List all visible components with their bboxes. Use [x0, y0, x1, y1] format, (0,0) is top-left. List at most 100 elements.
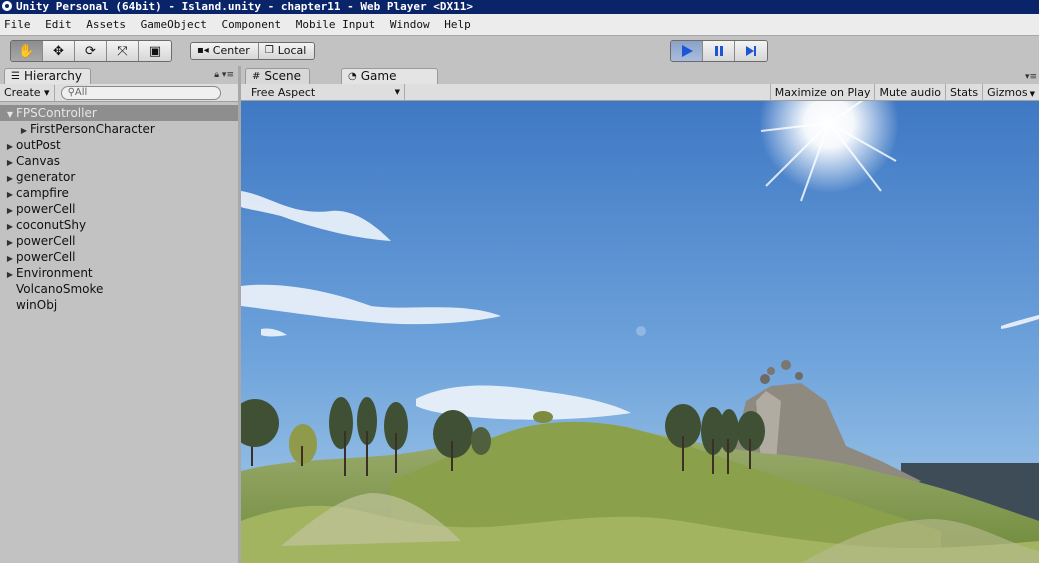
hand-tool-button[interactable]: ✋: [11, 41, 43, 61]
hierarchy-item-label: outPost: [16, 138, 61, 152]
game-options: Maximize on Play Mute audio Stats Gizmos…: [769, 84, 1039, 101]
hierarchy-item-label: powerCell: [16, 202, 76, 216]
play-button[interactable]: [671, 41, 703, 61]
hierarchy-item[interactable]: ▶ Environment: [0, 265, 238, 281]
menu-window[interactable]: Window: [390, 14, 430, 36]
tab-hierarchy[interactable]: ☰ Hierarchy: [4, 68, 91, 84]
hierarchy-item[interactable]: ▶ outPost: [0, 137, 238, 153]
menu-gameobject[interactable]: GameObject: [141, 14, 207, 36]
menu-component[interactable]: Component: [221, 14, 281, 36]
create-button[interactable]: Create ▾: [4, 84, 55, 101]
hierarchy-toolbar: Create ▾ ⚲All: [0, 84, 238, 102]
maximize-label: Maximize on Play: [774, 86, 871, 99]
pivot-local-button[interactable]: ❒ Local: [258, 43, 315, 59]
rotate-tool-icon: ⟳: [85, 43, 96, 59]
pacman-icon: ◔: [348, 71, 357, 82]
hierarchy-item-label: generator: [16, 170, 76, 184]
list-icon: ☰: [11, 71, 20, 82]
menu-file[interactable]: File: [4, 14, 31, 36]
transform-tools: ✋ ✥ ⟳ ⤧ ▣: [10, 40, 172, 62]
hierarchy-item[interactable]: ▶ coconutShy: [0, 217, 238, 233]
hierarchy-search-input[interactable]: ⚲All: [60, 85, 221, 100]
hierarchy-item-label: winObj: [16, 298, 58, 312]
lock-menu-icon[interactable]: 🔒︎ ▾≡: [214, 70, 234, 80]
rect-tool-button[interactable]: ▣: [139, 41, 171, 61]
mute-label: Mute audio: [879, 86, 941, 99]
hierarchy-item-label: FirstPersonCharacter: [30, 122, 155, 136]
hierarchy-item-label: campfire: [16, 186, 69, 200]
rotate-tool-button[interactable]: ⟳: [75, 41, 107, 61]
window-title: Unity Personal (64bit) - Island.unity - …: [16, 0, 473, 13]
tab-game[interactable]: ◔ Game: [341, 68, 438, 84]
menu-assets[interactable]: Assets: [86, 14, 126, 36]
scale-tool-button[interactable]: ⤧: [107, 41, 139, 61]
hierarchy-tab-label: Hierarchy: [23, 69, 82, 83]
step-button[interactable]: [735, 41, 767, 61]
search-icon: ⚲: [67, 86, 75, 98]
maximize-on-play-toggle[interactable]: Maximize on Play: [769, 84, 875, 101]
pause-button[interactable]: [703, 41, 735, 61]
hierarchy-item[interactable]: ▶ powerCell: [0, 201, 238, 217]
rect-tool-icon: ▣: [148, 43, 162, 59]
hierarchy-item[interactable]: ▶ powerCell: [0, 233, 238, 249]
chevron-down-icon: ▼: [394, 88, 400, 96]
gizmos-label: Gizmos: [987, 86, 1028, 99]
game-tab-label: Game: [360, 69, 397, 83]
scene-tab-label: Scene: [264, 69, 301, 83]
menu-edit[interactable]: Edit: [45, 14, 72, 36]
hierarchy-item-label: Environment: [16, 266, 93, 280]
hierarchy-item[interactable]: ▶ Canvas: [0, 153, 238, 169]
pivot-icon: ▪◂: [197, 45, 209, 56]
stats-toggle[interactable]: Stats: [944, 84, 982, 101]
hierarchy-item[interactable]: ▶ generator: [0, 169, 238, 185]
hierarchy-item[interactable]: ▼ FPSController: [0, 105, 238, 121]
game-toolbar: Free Aspect ▼ Maximize on Play Mute audio…: [241, 84, 1039, 101]
hand-tool-icon: ✋: [18, 43, 35, 59]
hierarchy-item[interactable]: ▶ powerCell: [0, 249, 238, 265]
hierarchy-item[interactable]: VolcanoSmoke: [0, 281, 238, 297]
play-controls: [670, 40, 768, 62]
hierarchy-item[interactable]: ▶ FirstPersonCharacter: [0, 121, 238, 137]
game-panel: # Scene ◔ Game ▾≡ Free Aspect ▼ Maximize on…: [241, 66, 1039, 563]
game-viewport[interactable]: [241, 101, 1039, 563]
cube-icon: ❒: [264, 45, 274, 56]
game-render: [241, 101, 1039, 563]
move-tool-button[interactable]: ✥: [43, 41, 75, 61]
view-tab-row: # Scene ◔ Game ▾≡: [241, 66, 1039, 84]
grid-icon: #: [252, 71, 261, 82]
pivot-label: Center: [212, 44, 250, 57]
gizmos-dropdown[interactable]: Gizmos ▼: [982, 84, 1039, 101]
scale-tool-icon: ⤧: [117, 43, 128, 59]
create-label: Create: [4, 85, 41, 99]
hierarchy-item-label: FPSController: [16, 106, 97, 120]
step-icon: [746, 46, 756, 56]
hierarchy-item-label: Canvas: [16, 154, 61, 168]
hierarchy-item[interactable]: ▶ campfire: [0, 185, 238, 201]
hierarchy-item[interactable]: winObj: [0, 297, 238, 313]
panel-menu-icon[interactable]: ▾≡: [1025, 72, 1037, 82]
mute-audio-toggle[interactable]: Mute audio: [874, 84, 945, 101]
main-toolbar: ✋ ✥ ⟳ ⤧ ▣ ▪◂ Center ❒ Local: [0, 36, 1039, 66]
hierarchy-tab-row: ☰ Hierarchy 🔒︎ ▾≡: [0, 66, 238, 84]
menu-bar: File Edit Assets GameObject Component Mo…: [0, 14, 1039, 36]
tab-scene[interactable]: # Scene: [245, 68, 310, 84]
play-icon: [681, 45, 693, 57]
hierarchy-tree: ▼ FPSController ▶ FirstPersonCharacter ▶ outP…: [0, 105, 238, 313]
hierarchy-item-label: powerCell: [16, 250, 76, 264]
hierarchy-panel: ☰ Hierarchy 🔒︎ ▾≡ Create ▾ ⚲All ▼ FPSContr…: [0, 66, 238, 563]
stats-label: Stats: [949, 86, 979, 99]
space-label: Local: [277, 44, 307, 57]
title-bar: Unity Personal (64bit) - Island.unity - …: [0, 0, 1039, 14]
pivot-toggles: ▪◂ Center ❒ Local: [190, 42, 316, 60]
move-tool-icon: ✥: [53, 43, 64, 59]
aspect-label: Free Aspect: [251, 86, 316, 99]
chevron-down-icon: ▼: [1029, 90, 1035, 98]
pivot-center-button[interactable]: ▪◂ Center: [191, 43, 259, 59]
unity-logo-icon: [2, 1, 12, 11]
pause-icon: [714, 46, 723, 56]
aspect-dropdown[interactable]: Free Aspect ▼: [245, 84, 405, 101]
menu-help[interactable]: Help: [444, 14, 471, 36]
hierarchy-item-label: coconutShy: [16, 218, 87, 232]
menu-mobile-input[interactable]: Mobile Input: [296, 14, 375, 36]
hierarchy-item-label: VolcanoSmoke: [16, 282, 104, 296]
